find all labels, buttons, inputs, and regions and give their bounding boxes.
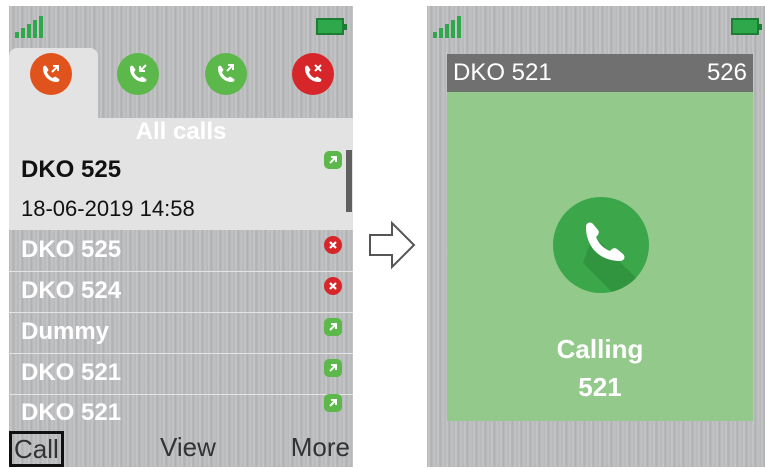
list-item-label: DKO 524: [21, 277, 122, 304]
list-item[interactable]: DKO 521: [9, 394, 353, 434]
list-item[interactable]: DKO 524: [9, 272, 353, 313]
battery-icon: [731, 18, 762, 35]
phone-icon: [553, 197, 649, 293]
call-softkey[interactable]: Call: [9, 431, 64, 467]
softkey-bar: Call View More: [9, 431, 353, 467]
list-item-label: DKO 521: [21, 359, 122, 386]
call-status-text: Calling: [556, 334, 644, 364]
tab-received-calls-icon[interactable]: [117, 53, 159, 95]
more-softkey[interactable]: More: [291, 432, 350, 463]
tab-missed-calls-icon[interactable]: [292, 53, 334, 95]
own-extension: 526: [706, 59, 747, 86]
call-header-bar: DKO 521 526: [447, 54, 753, 92]
calling-screen: DKO 521 526 Calling 521: [427, 6, 765, 467]
list-item[interactable]: Dummy: [9, 313, 353, 354]
caller-name: DKO 521: [453, 59, 552, 86]
tab-dialed-calls-icon[interactable]: [205, 53, 247, 95]
scrollbar[interactable]: [346, 150, 352, 212]
list-item[interactable]: DKO 521: [9, 354, 353, 395]
outgoing-arrow-icon: [324, 359, 342, 377]
outgoing-arrow-icon: [324, 151, 342, 169]
battery-icon: [316, 18, 347, 35]
signal-strength-icon: [15, 16, 43, 38]
call-status-panel: Calling 521: [447, 92, 753, 421]
list-item-label: Dummy: [21, 318, 110, 345]
list-item-label: DKO 521: [21, 399, 122, 426]
signal-strength-icon: [433, 16, 461, 38]
selected-call-datetime: 18-06-2019 14:58: [21, 196, 195, 221]
list-title: All calls: [9, 118, 353, 146]
missed-x-icon: [324, 277, 342, 295]
outgoing-arrow-icon: [324, 318, 342, 336]
outgoing-arrow-icon: [324, 394, 342, 412]
view-softkey[interactable]: View: [160, 432, 216, 463]
missed-x-icon: [324, 236, 342, 254]
list-item[interactable]: DKO 525: [9, 231, 353, 272]
dialed-number: 521: [578, 372, 622, 402]
tab-all-calls-icon[interactable]: [30, 53, 72, 95]
right-arrow-icon: [369, 220, 416, 270]
list-item-label: DKO 525: [21, 236, 122, 263]
selected-call-name: DKO 525: [21, 156, 122, 183]
call-list-screen: All calls DKO 525 18-06-2019 14:58 DKO 5…: [9, 6, 353, 467]
